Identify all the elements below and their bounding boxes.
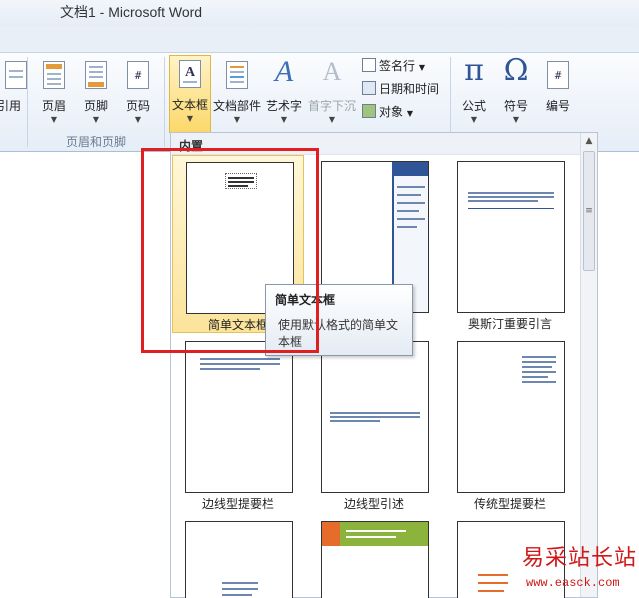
chevron-down-icon: ▼ [418, 63, 425, 72]
chevron-down-icon: ▼ [470, 115, 478, 124]
date-time-button[interactable]: 日期和时间 [362, 80, 439, 100]
title-bar: 文档1 - Microsoft Word [0, 0, 639, 26]
object-icon [362, 104, 376, 118]
equation-button-label: 公式 [461, 99, 486, 113]
highlight-annotation-box [141, 148, 319, 353]
page-thumbnail [185, 521, 293, 598]
watermark-title: 易采站长站 [522, 546, 638, 571]
quick-parts-icon [226, 61, 248, 89]
watermark-url: www.easck.com [526, 576, 620, 590]
gallery-item-label: 边线型引述 [343, 497, 404, 511]
chevron-down-icon: ▼ [512, 115, 520, 124]
page-thumbnail [457, 161, 565, 313]
number-button-label: 编号 [545, 99, 570, 113]
equation-button[interactable]: π 公式 ▼ [454, 53, 494, 133]
gallery-item-sideline-sidebar[interactable]: 边线型提要栏 [172, 335, 304, 513]
wordart-button-label: 艺术字 [265, 99, 302, 113]
page-thumbnail [457, 341, 565, 493]
chevron-down-icon: ▼ [406, 109, 413, 118]
gallery-item-label: 传统型提要栏 [473, 497, 546, 511]
signature-line-button[interactable]: 签名行 ▼ [362, 57, 425, 77]
page-number-icon: # [127, 61, 149, 89]
gallery-item-label: 边线型提要栏 [201, 497, 274, 511]
header-button-label: 页眉 [41, 99, 66, 113]
footer-icon [85, 61, 107, 89]
gallery-item-row3-1[interactable] [172, 515, 304, 598]
gallery-item-sideline-quote[interactable]: 边线型引述 [308, 335, 440, 513]
page-thumbnail [321, 341, 429, 493]
text-box-icon: A [179, 60, 201, 88]
text-box-button-label: 文本框 [171, 98, 208, 112]
calendar-icon [362, 81, 376, 95]
page-thumbnail [321, 521, 429, 598]
chevron-down-icon: ▼ [92, 115, 100, 124]
scroll-up-arrow-icon[interactable]: ▲ [581, 133, 597, 149]
gallery-item-traditional-sidebar[interactable]: 传统型提要栏 [444, 335, 576, 513]
footer-button-label: 页脚 [83, 99, 108, 113]
header-button[interactable]: 页眉 ▼ [34, 57, 74, 133]
chevron-down-icon: ▼ [186, 114, 194, 123]
text-box-button[interactable]: A 文本框 ▼ [169, 55, 211, 133]
gallery-item-row3-2[interactable] [308, 515, 440, 598]
page-thumbnail [185, 341, 293, 493]
page-number-button-label: 页码 [125, 99, 150, 113]
number-button[interactable]: # 编号 [538, 57, 578, 133]
chevron-down-icon: ▼ [233, 115, 241, 124]
ribbon-tab-strip [0, 26, 639, 52]
chevron-down-icon: ▼ [134, 115, 142, 124]
group-separator [164, 57, 165, 147]
watermark: 易采站长站 www.easck.com [518, 540, 639, 598]
symbol-button[interactable]: Ω 符号 ▼ [496, 53, 536, 133]
object-button[interactable]: 对象 ▼ [362, 103, 413, 123]
drop-cap-button-label: 首字下沉 [307, 99, 356, 113]
drop-cap-icon: A [322, 57, 342, 86]
number-icon: # [547, 61, 569, 89]
page-number-button[interactable]: # 页码 ▼ [118, 57, 158, 133]
pi-icon: π [464, 53, 484, 88]
chevron-down-icon: ▼ [328, 115, 336, 124]
signature-icon [362, 58, 376, 72]
symbol-button-label: 符号 [503, 99, 528, 113]
citation-button[interactable]: 引用 [0, 57, 27, 133]
gallery-item-label: 奥斯汀重要引言 [467, 317, 552, 331]
quick-parts-button-label: 文档部件 [212, 99, 261, 113]
gallery-scrollbar[interactable]: ▲ ≡ [580, 133, 597, 597]
group-separator [27, 57, 28, 147]
omega-icon: Ω [503, 53, 529, 88]
chevron-down-icon: ▼ [280, 115, 288, 124]
gallery-item-austin-quote[interactable]: 奥斯汀重要引言 [444, 155, 576, 333]
header-footer-group-label: 页眉和页脚 [66, 135, 127, 149]
wordart-icon: A [274, 55, 294, 88]
header-icon [43, 61, 65, 89]
window-title: 文档1 - Microsoft Word [60, 4, 203, 20]
citation-icon [5, 61, 27, 89]
quick-parts-button[interactable]: 文档部件 ▼ [212, 57, 262, 133]
scroll-thumb[interactable]: ≡ [583, 151, 595, 271]
wordart-button[interactable]: A 艺术字 ▼ [264, 55, 304, 133]
chevron-down-icon: ▼ [50, 115, 58, 124]
footer-button[interactable]: 页脚 ▼ [76, 57, 116, 133]
drop-cap-button[interactable]: A 首字下沉 ▼ [306, 57, 358, 133]
